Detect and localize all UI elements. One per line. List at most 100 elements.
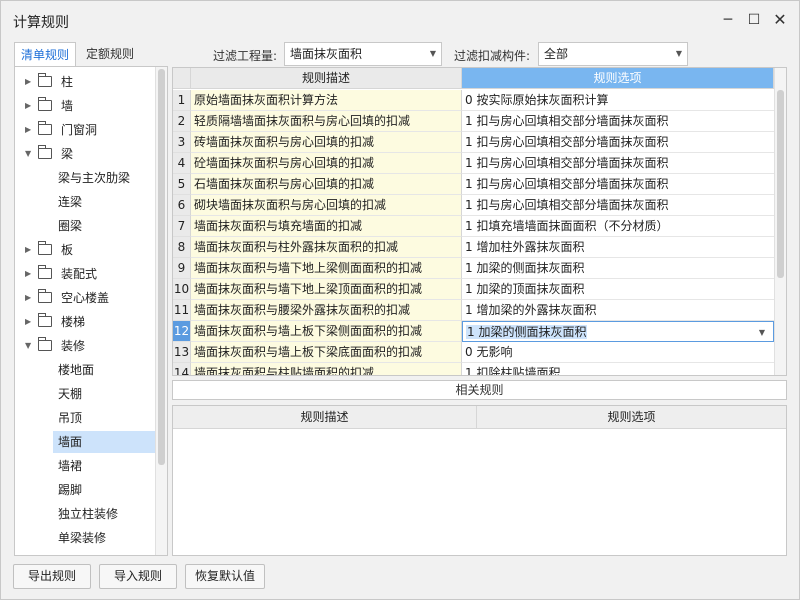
rule-row-number[interactable]: 5 xyxy=(173,174,191,195)
rule-row-number[interactable]: 6 xyxy=(173,195,191,216)
tab-bill-rules[interactable]: 清单规则 xyxy=(14,42,76,66)
rule-option[interactable]: 1 加梁的侧面抹灰面积 xyxy=(462,258,774,279)
rule-row[interactable]: 1 原始墙面抹灰面积计算方法 0 按实际原始抹灰面积计算 xyxy=(173,90,774,111)
rule-option[interactable]: 1 扣除柱贴墙面积 xyxy=(462,363,774,375)
rule-description: 砖墙面抹灰面积与房心回填的扣减 xyxy=(191,132,462,153)
tree-child-item[interactable]: 天棚 xyxy=(15,383,155,405)
filter-quantity-select[interactable]: 墙面抹灰面积 ▼ xyxy=(284,42,442,66)
rule-row-number[interactable]: 2 xyxy=(173,111,191,132)
tree-folder-item[interactable]: ▶ 装配式 xyxy=(15,263,155,285)
expand-right-icon[interactable]: ▶ xyxy=(25,119,31,141)
tree-child-item[interactable]: 圈梁 xyxy=(15,215,155,237)
rule-row[interactable]: 5 石墙面抹灰面积与房心回填的扣减 1 扣与房心回填相交部分墙面抹灰面积 xyxy=(173,174,774,195)
rule-row-number[interactable]: 1 xyxy=(173,90,191,111)
rule-row-number[interactable]: 3 xyxy=(173,132,191,153)
tree-folder-item[interactable]: ▶ 楼梯 xyxy=(15,311,155,333)
tree-child-item[interactable]: 楼地面 xyxy=(15,359,155,381)
tree-item-label: 梁 xyxy=(61,147,74,161)
rule-row-number[interactable]: 12 xyxy=(173,321,191,342)
rule-row-number[interactable]: 11 xyxy=(173,300,191,321)
rule-row-number[interactable]: 8 xyxy=(173,237,191,258)
rule-option[interactable]: 1 扣填充墙墙面抹面面积（不分材质） xyxy=(462,216,774,237)
rule-row-number[interactable]: 13 xyxy=(173,342,191,363)
rule-description: 墙面抹灰面积与柱外露抹灰面积的扣减 xyxy=(191,237,462,258)
folder-icon xyxy=(38,121,52,135)
rule-option[interactable]: 1 扣与房心回填相交部分墙面抹灰面积 xyxy=(462,153,774,174)
dropdown-caret-icon[interactable]: ▼ xyxy=(759,322,765,341)
grid-header-desc[interactable]: 规则描述 xyxy=(191,68,462,89)
tree-folder-item[interactable]: ▶ 门窗洞 xyxy=(15,119,155,141)
rule-option[interactable]: 1 扣与房心回填相交部分墙面抹灰面积 xyxy=(462,174,774,195)
rule-option-dropdown[interactable]: 1 加梁的侧面抹灰面积 ▼ xyxy=(462,321,774,342)
restore-defaults-button[interactable]: 恢复默认值 xyxy=(185,564,265,589)
rule-row[interactable]: 14 墙面抹灰面积与柱贴墙面积的扣减 1 扣除柱贴墙面积 xyxy=(173,363,774,375)
import-rules-button[interactable]: 导入规则 xyxy=(99,564,177,589)
rule-description: 墙面抹灰面积与墙上板下梁底面面积的扣减 xyxy=(191,342,462,363)
filter-deduct-value: 全部 xyxy=(544,47,569,61)
grid-scrollbar-thumb[interactable] xyxy=(777,90,784,278)
grid-scrollbar[interactable] xyxy=(774,68,786,375)
rule-row-number[interactable]: 7 xyxy=(173,216,191,237)
export-rules-button[interactable]: 导出规则 xyxy=(13,564,91,589)
rule-option[interactable]: 1 扣与房心回填相交部分墙面抹灰面积 xyxy=(462,132,774,153)
expand-right-icon[interactable]: ▶ xyxy=(25,287,31,309)
tree-item-label: 圈梁 xyxy=(58,219,83,233)
tree-folder-item[interactable]: ▼ 梁 xyxy=(15,143,155,165)
rule-row[interactable]: 7 墙面抹灰面积与填充墙面的扣减 1 扣填充墙墙面抹面面积（不分材质） xyxy=(173,216,774,237)
rule-row-number[interactable]: 9 xyxy=(173,258,191,279)
expand-down-icon[interactable]: ▼ xyxy=(25,143,31,165)
related-header-desc[interactable]: 规则描述 xyxy=(173,406,477,429)
maximize-icon[interactable]: ☐ xyxy=(743,9,765,31)
tree-child-item[interactable]: 连梁 xyxy=(15,191,155,213)
filter-deduct-select[interactable]: 全部 ▼ xyxy=(538,42,688,66)
rule-option[interactable]: 1 增加柱外露抹灰面积 xyxy=(462,237,774,258)
tree-scrollbar-thumb[interactable] xyxy=(158,69,165,465)
expand-right-icon[interactable]: ▶ xyxy=(25,263,31,285)
tree-folder-item[interactable]: ▶ 墙 xyxy=(15,95,155,117)
tree-child-item[interactable]: 独立柱装修 xyxy=(15,503,155,525)
folder-icon xyxy=(38,289,52,303)
rule-row-number[interactable]: 14 xyxy=(173,363,191,375)
rule-option[interactable]: 1 加梁的顶面抹灰面积 xyxy=(462,279,774,300)
rule-row-number[interactable]: 4 xyxy=(173,153,191,174)
related-header-opt[interactable]: 规则选项 xyxy=(477,406,786,429)
tree-folder-item[interactable]: ▶ 板 xyxy=(15,239,155,261)
rule-row[interactable]: 13 墙面抹灰面积与墙上板下梁底面面积的扣减 0 无影响 xyxy=(173,342,774,363)
rule-option[interactable]: 0 按实际原始抹灰面积计算 xyxy=(462,90,774,111)
grid-header-opt[interactable]: 规则选项 xyxy=(462,68,774,89)
rule-row[interactable]: 10 墙面抹灰面积与墙下地上梁顶面面积的扣减 1 加梁的顶面抹灰面积 xyxy=(173,279,774,300)
expand-right-icon[interactable]: ▶ xyxy=(25,311,31,333)
expand-right-icon[interactable]: ▶ xyxy=(25,239,31,261)
rule-row[interactable]: 6 砌块墙面抹灰面积与房心回填的扣减 1 扣与房心回填相交部分墙面抹灰面积 xyxy=(173,195,774,216)
tab-quota-rules[interactable]: 定额规则 xyxy=(80,42,142,66)
tree-child-item[interactable]: 梁与主次肋梁 xyxy=(15,167,155,189)
rule-option[interactable]: 1 扣与房心回填相交部分墙面抹灰面积 xyxy=(462,111,774,132)
rule-row-number[interactable]: 10 xyxy=(173,279,191,300)
expand-down-icon[interactable]: ▼ xyxy=(25,335,31,357)
rule-row[interactable]: 11 墙面抹灰面积与腰梁外露抹灰面积的扣减 1 增加梁的外露抹灰面积 xyxy=(173,300,774,321)
rule-row[interactable]: 4 砼墙面抹灰面积与房心回填的扣减 1 扣与房心回填相交部分墙面抹灰面积 xyxy=(173,153,774,174)
expand-right-icon[interactable]: ▶ xyxy=(25,95,31,117)
tree-folder-item[interactable]: ▶ 空心楼盖 xyxy=(15,287,155,309)
minimize-icon[interactable]: ─ xyxy=(717,9,739,31)
tree-child-item[interactable]: 踢脚 xyxy=(15,479,155,501)
rule-row[interactable]: 9 墙面抹灰面积与墙下地上梁侧面面积的扣减 1 加梁的侧面抹灰面积 xyxy=(173,258,774,279)
tree-scrollbar[interactable] xyxy=(155,67,167,555)
tree-child-item[interactable]: 单梁装修 xyxy=(15,527,155,549)
rule-option[interactable]: 1 增加梁的外露抹灰面积 xyxy=(462,300,774,321)
tree-child-item[interactable]: 墙裙 xyxy=(15,455,155,477)
rule-option[interactable]: 1 扣与房心回填相交部分墙面抹灰面积 xyxy=(462,195,774,216)
close-icon[interactable]: ✕ xyxy=(769,9,791,31)
tree-folder-item[interactable]: ▶ 柱 xyxy=(15,71,155,93)
tree-item-label: 装配式 xyxy=(61,267,98,281)
tree-child-item[interactable]: 墙面 xyxy=(53,431,167,453)
rule-row[interactable]: 3 砖墙面抹灰面积与房心回填的扣减 1 扣与房心回填相交部分墙面抹灰面积 xyxy=(173,132,774,153)
related-rules-bar[interactable]: 相关规则 xyxy=(172,380,787,400)
rule-row[interactable]: 2 轻质隔墙墙面抹灰面积与房心回填的扣减 1 扣与房心回填相交部分墙面抹灰面积 xyxy=(173,111,774,132)
expand-right-icon[interactable]: ▶ xyxy=(25,71,31,93)
rule-row[interactable]: 8 墙面抹灰面积与柱外露抹灰面积的扣减 1 增加柱外露抹灰面积 xyxy=(173,237,774,258)
rule-option[interactable]: 0 无影响 xyxy=(462,342,774,363)
tree-child-item[interactable]: 吊顶 xyxy=(15,407,155,429)
rule-row[interactable]: 12 墙面抹灰面积与墙上板下梁侧面面积的扣减 1 加梁的侧面抹灰面积 ▼ xyxy=(173,321,774,342)
tree-folder-item[interactable]: ▼ 装修 xyxy=(15,335,155,357)
